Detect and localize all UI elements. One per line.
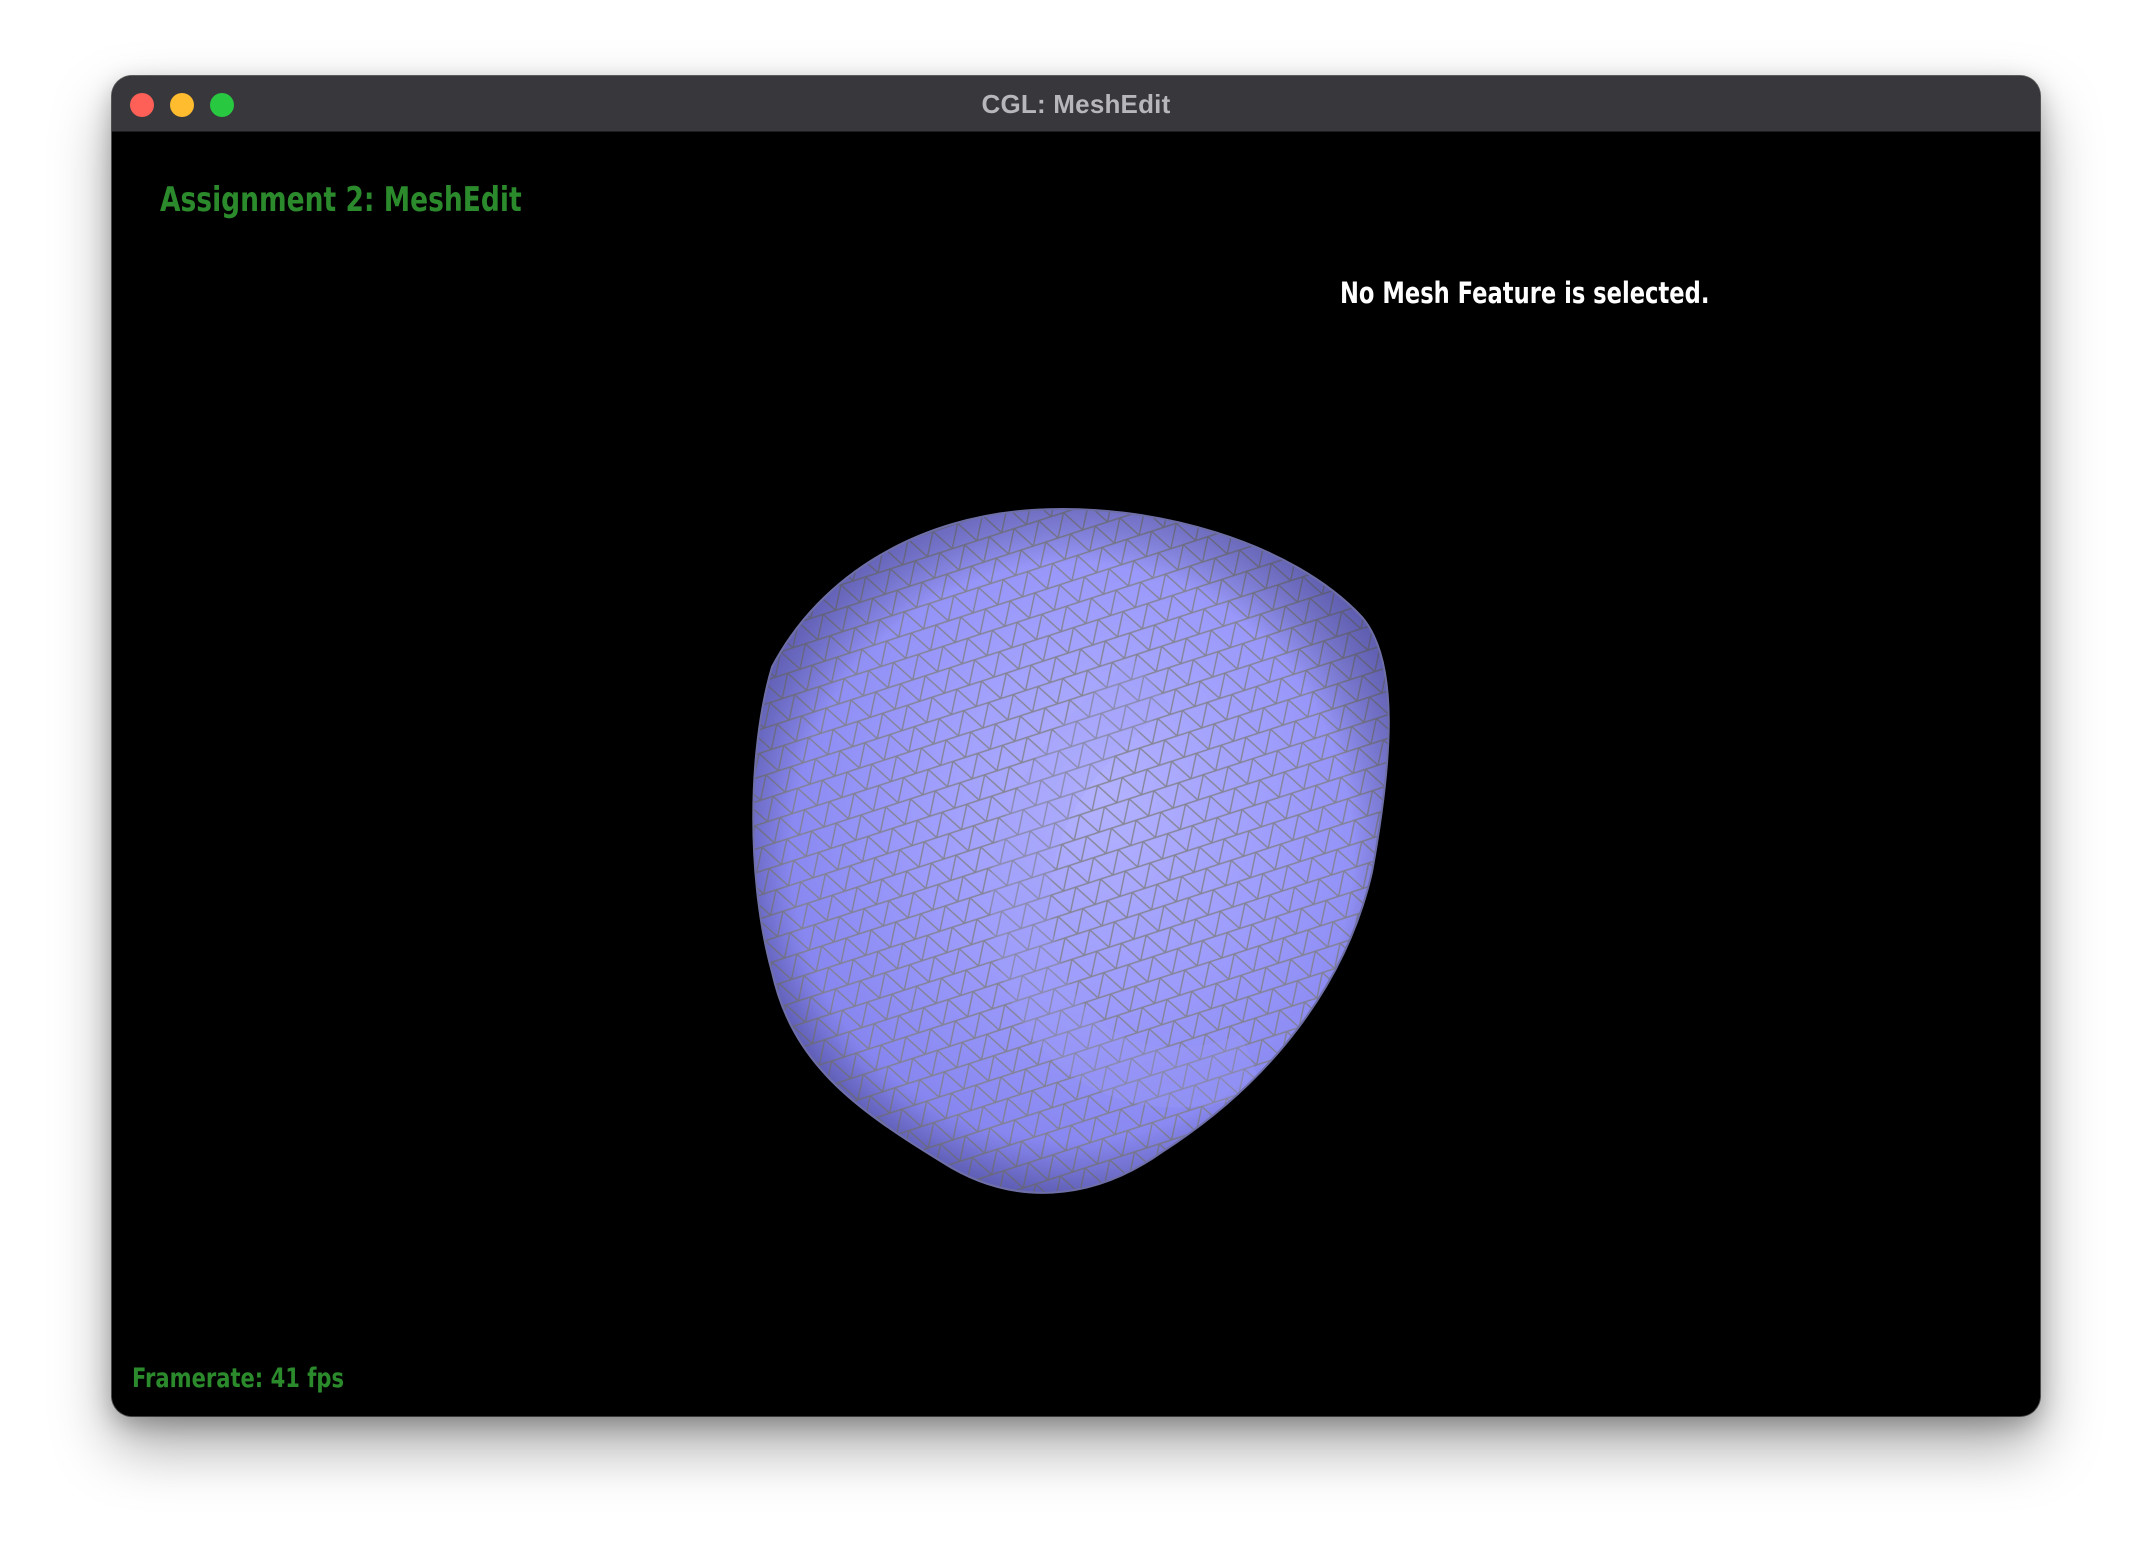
framerate-readout: Framerate: 41 fps: [132, 1363, 344, 1394]
title-bar[interactable]: CGL: MeshEdit: [112, 76, 2040, 132]
mesh-blob[interactable]: [732, 502, 1412, 1202]
selection-status: No Mesh Feature is selected.: [1340, 276, 1710, 310]
window-title: CGL: MeshEdit: [981, 89, 1171, 119]
render-viewport[interactable]: [112, 132, 2040, 1416]
assignment-title: Assignment 2: MeshEdit: [160, 180, 522, 220]
app-window: CGL: MeshEdit Assignment 2: MeshEdit No …: [112, 76, 2040, 1416]
